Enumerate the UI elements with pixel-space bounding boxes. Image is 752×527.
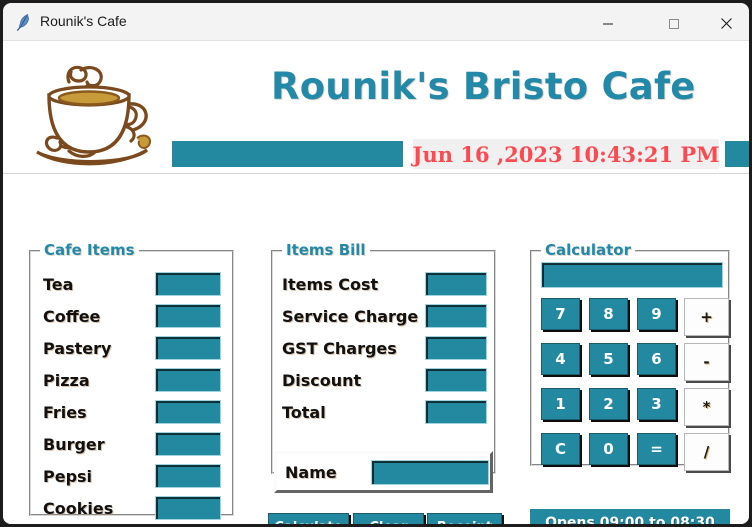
customer-name-label: Name bbox=[285, 463, 337, 482]
calculator-key-3[interactable]: 3 bbox=[637, 388, 676, 420]
calculator-key-1[interactable]: 1 bbox=[541, 388, 580, 420]
cafe-item-label: Fries bbox=[43, 403, 87, 422]
bill-row-label: GST Charges bbox=[282, 339, 397, 358]
customer-name-panel: Name bbox=[274, 451, 493, 493]
cafe-item-label: Cookies bbox=[43, 499, 114, 518]
title-bar: Rounik's Cafe bbox=[3, 3, 749, 41]
bill-row-input[interactable] bbox=[425, 368, 487, 392]
app-window: Rounik's Cafe Rounik's Bristo Cafe Jun 1… bbox=[0, 0, 752, 527]
cafe-item-input[interactable] bbox=[155, 368, 221, 392]
calculator-key-7[interactable]: 7 bbox=[541, 298, 580, 330]
datetime-display: Jun 16 ,2023 10:43:21 PM bbox=[413, 139, 719, 169]
page-title: Rounik's Bristo Cafe bbox=[271, 65, 696, 108]
calculator-key-clear[interactable]: C bbox=[541, 433, 580, 465]
calculator-key-minus[interactable]: - bbox=[684, 343, 729, 381]
cafe-item-input[interactable] bbox=[155, 496, 221, 520]
app-header: Rounik's Bristo Cafe Jun 16 ,2023 10:43:… bbox=[3, 41, 749, 174]
bill-row-input[interactable] bbox=[425, 400, 487, 424]
close-icon bbox=[720, 18, 732, 29]
cafe-item-label: Tea bbox=[43, 275, 74, 294]
customer-name-input[interactable] bbox=[371, 460, 489, 485]
calculator-display[interactable] bbox=[541, 262, 723, 288]
cafe-item-input[interactable] bbox=[155, 336, 221, 360]
bill-row-input[interactable] bbox=[425, 304, 487, 328]
header-accent-band-left bbox=[172, 141, 403, 167]
cafe-item-label: Pizza bbox=[43, 371, 90, 390]
cafe-item-input[interactable] bbox=[155, 432, 221, 456]
bill-row-label: Service Charge bbox=[282, 307, 419, 326]
calculator-key-8[interactable]: 8 bbox=[589, 298, 628, 330]
cafe-item-input[interactable] bbox=[155, 304, 221, 328]
feather-icon bbox=[14, 12, 34, 32]
bill-row-label: Items Cost bbox=[282, 275, 379, 294]
cafe-items-title: Cafe Items bbox=[40, 241, 139, 259]
calculator-title: Calculator bbox=[541, 241, 635, 259]
cafe-item-label: Coffee bbox=[43, 307, 101, 326]
main-body: Cafe Items Tea Coffee Pastery Pizza Fries Bur… bbox=[3, 175, 749, 524]
clear-button[interactable]: Clear bbox=[353, 513, 424, 524]
calculator-key-multiply[interactable]: * bbox=[684, 388, 729, 426]
calculator-key-plus[interactable]: + bbox=[684, 298, 729, 336]
bill-row-label: Discount bbox=[282, 371, 362, 390]
items-bill-title: Items Bill bbox=[282, 241, 370, 259]
calculator-key-4[interactable]: 4 bbox=[541, 343, 580, 375]
bill-row-label: Total bbox=[282, 403, 326, 422]
cafe-item-label: Pepsi bbox=[43, 467, 93, 486]
calculator-key-6[interactable]: 6 bbox=[637, 343, 676, 375]
calculator-panel: Calculator 7 8 9 +4 5 6- 1 2 3 * C 0 = / bbox=[530, 241, 730, 471]
bill-row-input[interactable] bbox=[425, 336, 487, 360]
minimize-icon bbox=[603, 23, 613, 24]
cafe-items-panel: Cafe Items Tea Coffee Pastery Pizza Fries Bur… bbox=[29, 241, 234, 520]
opening-hours-text: Opens 09:00 to 08:30 bbox=[545, 514, 715, 525]
calculator-key-0[interactable]: 0 bbox=[589, 433, 628, 465]
cafe-item-label: Burger bbox=[43, 435, 105, 454]
calculator-key-divide[interactable]: / bbox=[684, 433, 729, 471]
calculator-key-equals[interactable]: = bbox=[637, 433, 676, 465]
calculate-button[interactable]: Calculate bbox=[268, 513, 349, 524]
header-accent-band-right bbox=[725, 141, 749, 167]
calculator-key-5[interactable]: 5 bbox=[589, 343, 628, 375]
cafe-item-input[interactable] bbox=[155, 464, 221, 488]
close-button[interactable] bbox=[703, 6, 749, 41]
bill-row-input[interactable] bbox=[425, 272, 487, 296]
shop-info-box: Opens 09:00 to 08:30 Contact : Rounik bbox=[530, 509, 730, 524]
cafe-item-input[interactable] bbox=[155, 400, 221, 424]
calculator-key-2[interactable]: 2 bbox=[589, 388, 628, 420]
client-area: Rounik's Bristo Cafe Jun 16 ,2023 10:43:… bbox=[3, 41, 749, 524]
window-title: Rounik's Cafe bbox=[40, 13, 127, 29]
items-bill-panel: Items Bill Items Cost Service Charge GST C… bbox=[271, 241, 496, 474]
maximize-button[interactable] bbox=[651, 6, 697, 41]
cafe-item-input[interactable] bbox=[155, 272, 221, 296]
minimize-button[interactable] bbox=[585, 6, 631, 41]
cafe-item-label: Pastery bbox=[43, 339, 112, 358]
receipt-button[interactable]: Receipt bbox=[427, 513, 502, 524]
calculator-key-9[interactable]: 9 bbox=[637, 298, 676, 330]
coffee-cup-logo-icon bbox=[25, 46, 177, 170]
maximize-icon bbox=[669, 18, 679, 29]
